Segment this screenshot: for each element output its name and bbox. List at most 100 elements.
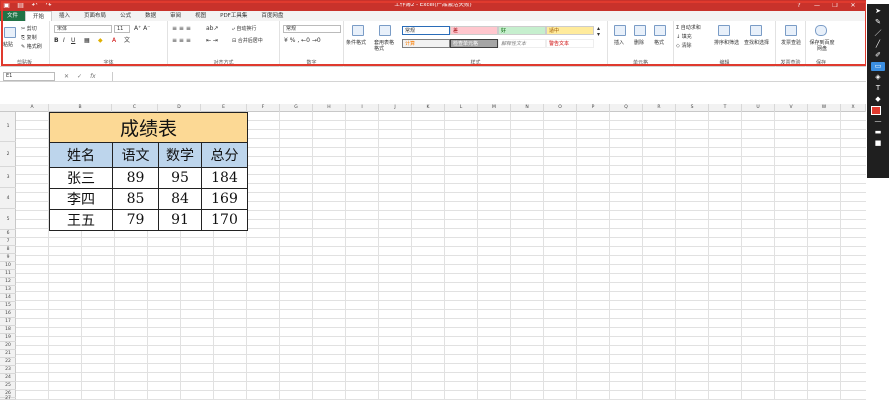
italic-icon[interactable]: I bbox=[63, 38, 65, 44]
row-header[interactable]: 5 bbox=[0, 209, 16, 230]
format-as-table-icon[interactable] bbox=[379, 25, 391, 36]
cell-math[interactable]: 84 bbox=[158, 188, 202, 210]
row-header[interactable]: 16 bbox=[0, 310, 16, 318]
column-header[interactable]: C bbox=[112, 104, 158, 112]
line-medium-icon[interactable]: ▬ bbox=[871, 128, 885, 137]
style-explanatory[interactable]: 解释性文本 bbox=[498, 39, 546, 48]
column-header[interactable]: O bbox=[544, 104, 577, 112]
cell-name[interactable]: 李四 bbox=[49, 188, 113, 210]
find-select-button[interactable]: 查找和选择 bbox=[744, 40, 769, 46]
tab-page-layout[interactable]: 页面布局 bbox=[77, 11, 113, 21]
header-chinese[interactable]: 语文 bbox=[112, 142, 159, 168]
row-header[interactable]: 23 bbox=[0, 366, 16, 374]
pen-icon[interactable]: ✎ bbox=[871, 18, 885, 27]
tab-insert[interactable]: 插入 bbox=[52, 11, 77, 21]
column-header[interactable]: J bbox=[379, 104, 412, 112]
orientation-icon[interactable]: ab↗ bbox=[206, 26, 219, 32]
header-name[interactable]: 姓名 bbox=[49, 142, 113, 168]
row-header[interactable]: 4 bbox=[0, 188, 16, 209]
style-calculation[interactable]: 计算 bbox=[402, 39, 450, 48]
row-header[interactable]: 1 bbox=[0, 112, 16, 142]
column-header[interactable]: V bbox=[775, 104, 808, 112]
column-header[interactable]: K bbox=[412, 104, 445, 112]
row-header[interactable]: 22 bbox=[0, 358, 16, 366]
column-header[interactable]: R bbox=[643, 104, 676, 112]
row-header[interactable]: 12 bbox=[0, 278, 16, 286]
style-check-cell[interactable]: 检查单元格 bbox=[450, 39, 498, 48]
row-header[interactable]: 13 bbox=[0, 286, 16, 294]
eraser-icon[interactable]: ◆ bbox=[871, 95, 885, 104]
format-painter-button[interactable]: ✎ 格式刷 bbox=[21, 44, 42, 50]
baidu-cloud-icon[interactable] bbox=[815, 25, 827, 36]
cursor-icon[interactable]: ➤ bbox=[871, 7, 885, 16]
column-header[interactable]: W bbox=[808, 104, 841, 112]
row-header[interactable]: 9 bbox=[0, 254, 16, 262]
minimize-button[interactable]: — bbox=[812, 0, 822, 11]
invoice-check-button[interactable]: 发票查验 bbox=[781, 40, 801, 46]
tab-formulas[interactable]: 公式 bbox=[113, 11, 138, 21]
sort-filter-button[interactable]: 排序和筛选 bbox=[714, 40, 739, 46]
style-neutral[interactable]: 适中 bbox=[546, 26, 594, 35]
cell-total[interactable]: 184 bbox=[201, 167, 248, 189]
column-header[interactable]: G bbox=[280, 104, 313, 112]
text-icon[interactable]: T bbox=[871, 84, 885, 93]
delete-cells-button[interactable]: 删除 bbox=[634, 40, 644, 46]
column-header[interactable]: D bbox=[158, 104, 201, 112]
column-header[interactable]: M bbox=[478, 104, 511, 112]
cell-chinese[interactable]: 85 bbox=[112, 188, 159, 210]
cell-total[interactable]: 170 bbox=[201, 209, 248, 231]
phonetic-icon[interactable]: 文 bbox=[124, 38, 130, 44]
column-header[interactable]: B bbox=[49, 104, 112, 112]
tab-data[interactable]: 数据 bbox=[138, 11, 163, 21]
clear-button[interactable]: ◇ 清除 bbox=[676, 43, 691, 49]
cell-chinese[interactable]: 79 bbox=[112, 209, 159, 231]
save-to-baidu-button[interactable]: 保存到百度网盘 bbox=[809, 40, 835, 52]
format-cells-icon[interactable] bbox=[654, 25, 666, 36]
column-header[interactable]: N bbox=[511, 104, 544, 112]
row-header[interactable]: 24 bbox=[0, 374, 16, 382]
wrap-text-button[interactable]: ⤶ 自动换行 bbox=[232, 26, 256, 32]
conditional-format-icon[interactable] bbox=[352, 25, 364, 36]
row-header[interactable]: 8 bbox=[0, 246, 16, 254]
tab-home[interactable]: 开始 bbox=[25, 11, 53, 21]
invoice-check-icon[interactable] bbox=[785, 25, 797, 36]
bold-icon[interactable]: B bbox=[54, 38, 59, 44]
format-as-table-button[interactable]: 套用表格格式 bbox=[374, 40, 398, 52]
column-header[interactable]: U bbox=[742, 104, 775, 112]
formula-input[interactable] bbox=[112, 72, 862, 81]
column-header[interactable]: H bbox=[313, 104, 346, 112]
highlighter-icon[interactable]: ╱ bbox=[871, 40, 885, 49]
enter-icon[interactable]: ✓ bbox=[77, 72, 82, 81]
restore-button[interactable]: ❐ bbox=[830, 0, 840, 11]
underline-icon[interactable]: U bbox=[71, 38, 75, 44]
row-header[interactable]: 11 bbox=[0, 270, 16, 278]
column-header[interactable]: S bbox=[676, 104, 709, 112]
row-header[interactable]: 20 bbox=[0, 342, 16, 350]
cell-name[interactable]: 王五 bbox=[49, 209, 113, 231]
column-header[interactable]: Q bbox=[610, 104, 643, 112]
tab-baidu-netdisk[interactable]: 百度网盘 bbox=[254, 11, 290, 21]
horizontal-align-icons[interactable]: ≡ ≡ ≡ bbox=[172, 38, 191, 44]
row-header[interactable]: 18 bbox=[0, 326, 16, 334]
row-header[interactable]: 14 bbox=[0, 294, 16, 302]
row-header[interactable]: 3 bbox=[0, 167, 16, 188]
column-header[interactable]: I bbox=[346, 104, 379, 112]
font-name-select[interactable]: 宋体 bbox=[54, 25, 112, 33]
table-title[interactable]: 成绩表 bbox=[49, 112, 248, 143]
row-header[interactable]: 21 bbox=[0, 350, 16, 358]
style-warning[interactable]: 警告文本 bbox=[546, 39, 594, 48]
sort-filter-icon[interactable] bbox=[718, 25, 730, 36]
row-header[interactable]: 17 bbox=[0, 318, 16, 326]
cancel-icon[interactable]: ✕ bbox=[64, 72, 69, 81]
paste-icon[interactable] bbox=[4, 27, 16, 38]
name-box[interactable]: E1 bbox=[3, 72, 55, 81]
row-header[interactable]: 25 bbox=[0, 382, 16, 390]
fill-bucket-icon[interactable]: ◈ bbox=[871, 73, 885, 82]
tab-file[interactable]: 文件 bbox=[0, 11, 26, 21]
autosum-button[interactable]: Σ 自动求和 bbox=[676, 25, 701, 31]
paste-button[interactable]: 粘贴 bbox=[3, 42, 13, 48]
font-color-icon[interactable]: A bbox=[112, 38, 116, 44]
line-thick-icon[interactable]: ■ bbox=[871, 139, 885, 148]
cut-button[interactable]: ✂ 剪切 bbox=[21, 26, 37, 32]
insert-cells-icon[interactable] bbox=[614, 25, 626, 36]
